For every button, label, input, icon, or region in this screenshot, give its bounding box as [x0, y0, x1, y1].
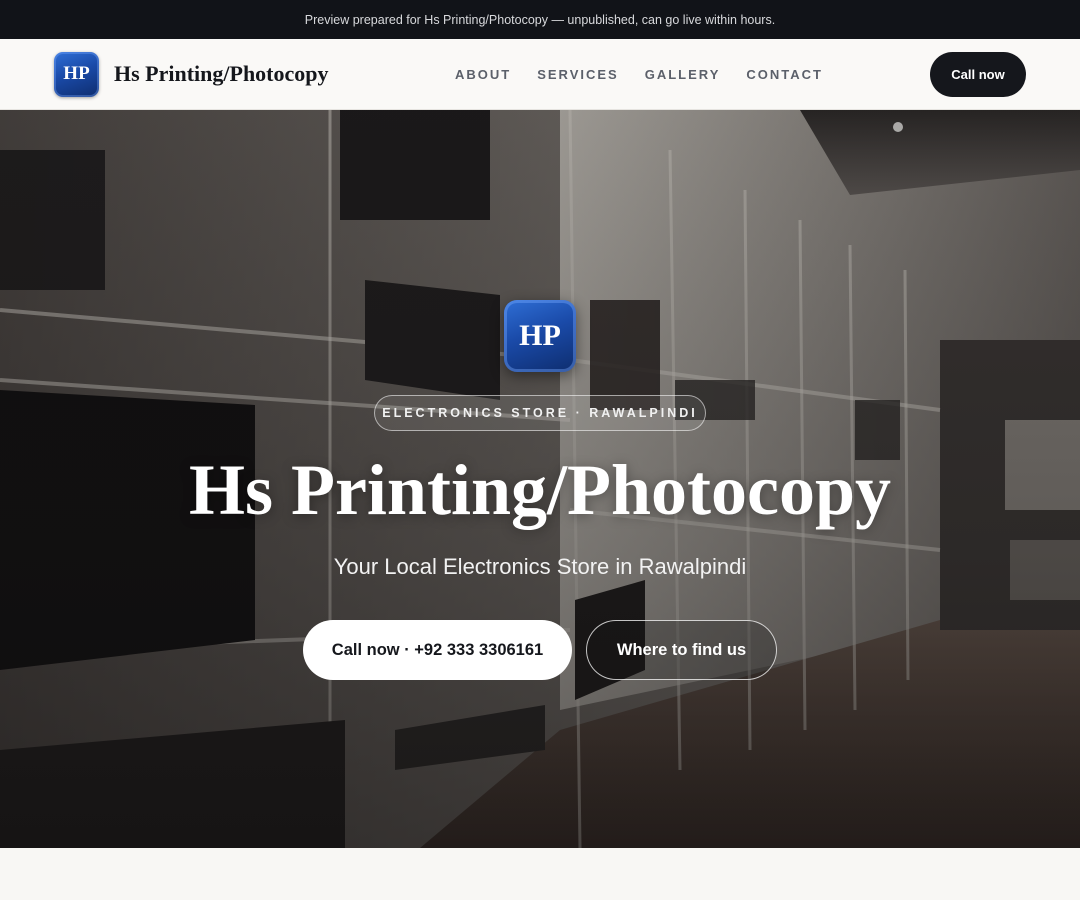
- nav-link-contact[interactable]: CONTACT: [746, 67, 823, 82]
- hero-title: Hs Printing/Photocopy: [188, 450, 892, 530]
- hero-section: HP ELECTRONICS STORE · RAWALPINDI Hs Pri…: [0, 110, 1080, 848]
- header-call-now-button[interactable]: Call now: [930, 52, 1026, 97]
- brand-link[interactable]: HP Hs Printing/Photocopy: [54, 51, 329, 97]
- hero-find-us-button[interactable]: Where to find us: [586, 620, 777, 680]
- hero-call-now-button[interactable]: Call now · +92 333 3306161: [303, 620, 572, 680]
- next-section-start: [0, 848, 1080, 900]
- hero-subtitle: Your Local Electronics Store in Rawalpin…: [333, 554, 747, 579]
- site-header: HP Hs Printing/Photocopy ABOUT SERVICES …: [0, 39, 1080, 110]
- hero-eyebrow-text: ELECTRONICS STORE · RAWALPINDI: [382, 406, 698, 420]
- logo-badge: HP: [54, 51, 99, 97]
- hero-eyebrow-pill: ELECTRONICS STORE · RAWALPINDI: [374, 395, 706, 431]
- nav-link-services[interactable]: SERVICES: [537, 67, 619, 82]
- brand-name: Hs Printing/Photocopy: [114, 61, 329, 86]
- preview-banner: Preview prepared for Hs Printing/Photoco…: [0, 0, 1080, 39]
- nav-link-gallery[interactable]: GALLERY: [645, 67, 721, 82]
- main-nav: ABOUT SERVICES GALLERY CONTACT: [455, 39, 823, 109]
- preview-banner-text: Preview prepared for Hs Printing/Photoco…: [304, 12, 776, 27]
- hero-logo-badge: HP: [504, 300, 576, 372]
- nav-link-about[interactable]: ABOUT: [455, 67, 511, 82]
